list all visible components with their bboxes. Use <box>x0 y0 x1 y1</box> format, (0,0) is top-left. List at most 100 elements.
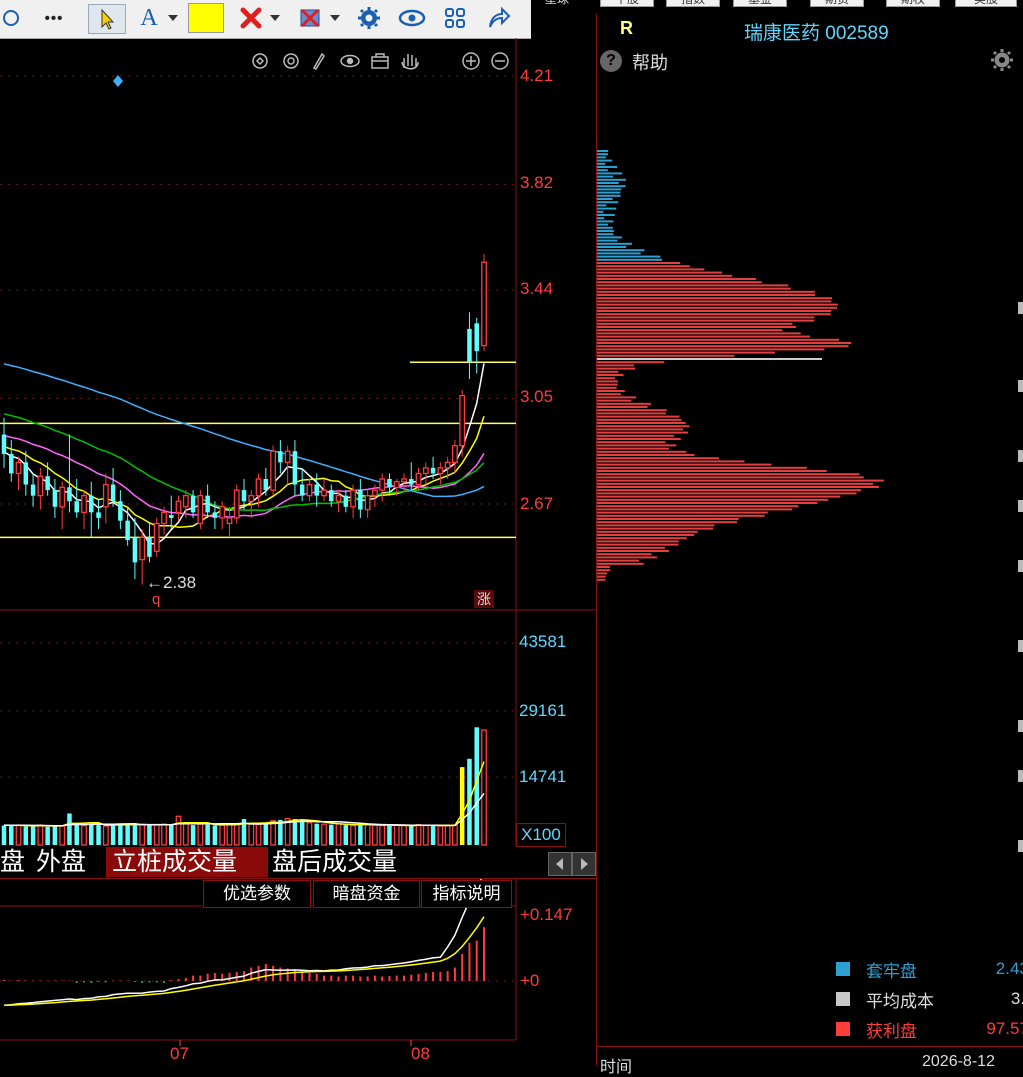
chip-bar <box>597 166 618 168</box>
indicator-help-button[interactable]: 指标说明 <box>421 880 512 908</box>
chip-bar <box>597 511 768 514</box>
limit-up-badge[interactable]: 涨 <box>474 590 494 608</box>
tab-options[interactable]: 期权 <box>886 0 940 7</box>
chip-bar <box>597 460 745 463</box>
chip-bar <box>597 489 862 492</box>
candle-body <box>422 467 429 475</box>
cost-distribution-chart[interactable] <box>597 80 1023 600</box>
avg-cost-legend: 平均成本 3.19 <box>836 988 1023 1011</box>
volume-bar <box>306 822 313 846</box>
scroll-right-button[interactable] <box>572 852 596 876</box>
chip-bar <box>597 572 608 575</box>
chip-bar <box>597 316 815 319</box>
volume-bar <box>422 824 429 846</box>
macd-tick: +0 <box>520 971 540 990</box>
volume-bar <box>9 825 14 845</box>
optimal-params-button[interactable]: 优选参数 <box>203 880 311 908</box>
volume-bar <box>30 825 36 845</box>
tab-us-stock[interactable]: 美股 <box>955 0 1017 7</box>
right-edge-fragment <box>1018 300 1023 900</box>
price-tick: 3.44 <box>520 279 554 298</box>
candle-body <box>278 451 283 463</box>
date-value: 2026-8-12 <box>922 1053 995 1070</box>
chip-bar <box>597 441 666 444</box>
chip-bar <box>597 546 665 549</box>
candle-body <box>118 501 123 521</box>
chip-bar <box>597 402 651 405</box>
chip-bar <box>597 172 623 175</box>
chip-bar <box>597 348 825 351</box>
volume-bar <box>379 824 386 846</box>
chip-bar <box>597 370 619 373</box>
chip-bar <box>597 466 807 469</box>
tab-after-hours-volume[interactable]: 盘后成交量 <box>272 847 422 877</box>
candle-body <box>393 481 400 488</box>
price-tick: 4.21 <box>520 66 554 85</box>
candle-body <box>147 537 152 557</box>
chip-bar <box>597 518 739 520</box>
candle-body <box>314 484 319 496</box>
chip-bar <box>597 505 799 508</box>
chip-bar <box>597 329 783 332</box>
chip-bar <box>597 543 679 546</box>
chip-bar <box>597 380 618 383</box>
chip-bar <box>597 422 686 424</box>
candle-body <box>452 444 458 463</box>
chip-bar <box>597 447 669 450</box>
volume-bar <box>430 825 436 845</box>
help-label[interactable]: 帮助 <box>632 49 668 75</box>
chip-bar <box>597 361 665 364</box>
candle-body <box>23 462 29 485</box>
tab-outer[interactable]: 外盘 <box>36 847 100 877</box>
chip-bar <box>597 319 815 322</box>
candle-body <box>248 495 255 502</box>
chip-bar <box>597 364 634 367</box>
volume-tick: 14741 <box>519 767 567 786</box>
tab-inner[interactable]: 盘 <box>0 847 26 877</box>
tab-lizhuang-volume[interactable]: 立桩成交量 <box>106 847 268 877</box>
volume-bar <box>415 823 422 846</box>
candle-body <box>153 522 160 552</box>
date-tick: 08 <box>411 1044 430 1063</box>
candle-body <box>379 478 386 491</box>
candle-body <box>45 476 50 491</box>
chip-bar <box>597 188 622 191</box>
chip-bar <box>597 278 757 280</box>
tab-index[interactable]: 指数 <box>666 0 720 7</box>
volume-tick: 29161 <box>519 701 567 720</box>
signal-diamond <box>113 75 123 87</box>
volume-bar <box>335 823 342 846</box>
candle-body <box>241 490 247 502</box>
tab-futures[interactable]: 期货 <box>810 0 864 7</box>
tab-stock[interactable]: 个股 <box>600 0 654 7</box>
volume-bar <box>358 824 363 845</box>
scroll-left-button[interactable] <box>548 852 572 876</box>
footer-divider <box>597 1046 1023 1047</box>
gear-icon[interactable] <box>990 48 1014 72</box>
chip-bar <box>597 495 841 498</box>
tab-fund[interactable]: 基金 <box>733 0 787 7</box>
dark-pool-funds-button[interactable]: 暗盘资金 <box>313 880 420 908</box>
chip-bar <box>597 220 614 223</box>
chip-bar <box>597 498 829 501</box>
chip-bar <box>597 412 666 415</box>
chip-bar <box>597 271 722 274</box>
cycle-marker: q <box>152 591 161 608</box>
chip-bar <box>597 569 611 572</box>
chip-bar <box>597 201 619 204</box>
help-icon[interactable]: ? <box>600 50 622 72</box>
volume-bar <box>52 825 58 845</box>
chip-bar <box>597 550 669 552</box>
chip-bar <box>597 313 831 316</box>
chip-bar <box>597 207 617 210</box>
volume-bar <box>125 823 130 845</box>
profit-value: 97.57% <box>986 1019 1023 1038</box>
chip-bar <box>597 457 720 460</box>
candle-body <box>30 484 36 496</box>
volume-tick: 43581 <box>519 632 567 651</box>
chip-bar <box>597 236 622 239</box>
chip-bar <box>597 406 648 408</box>
candle-body <box>415 472 422 486</box>
chip-bar <box>597 246 627 248</box>
candle-body <box>205 495 210 513</box>
